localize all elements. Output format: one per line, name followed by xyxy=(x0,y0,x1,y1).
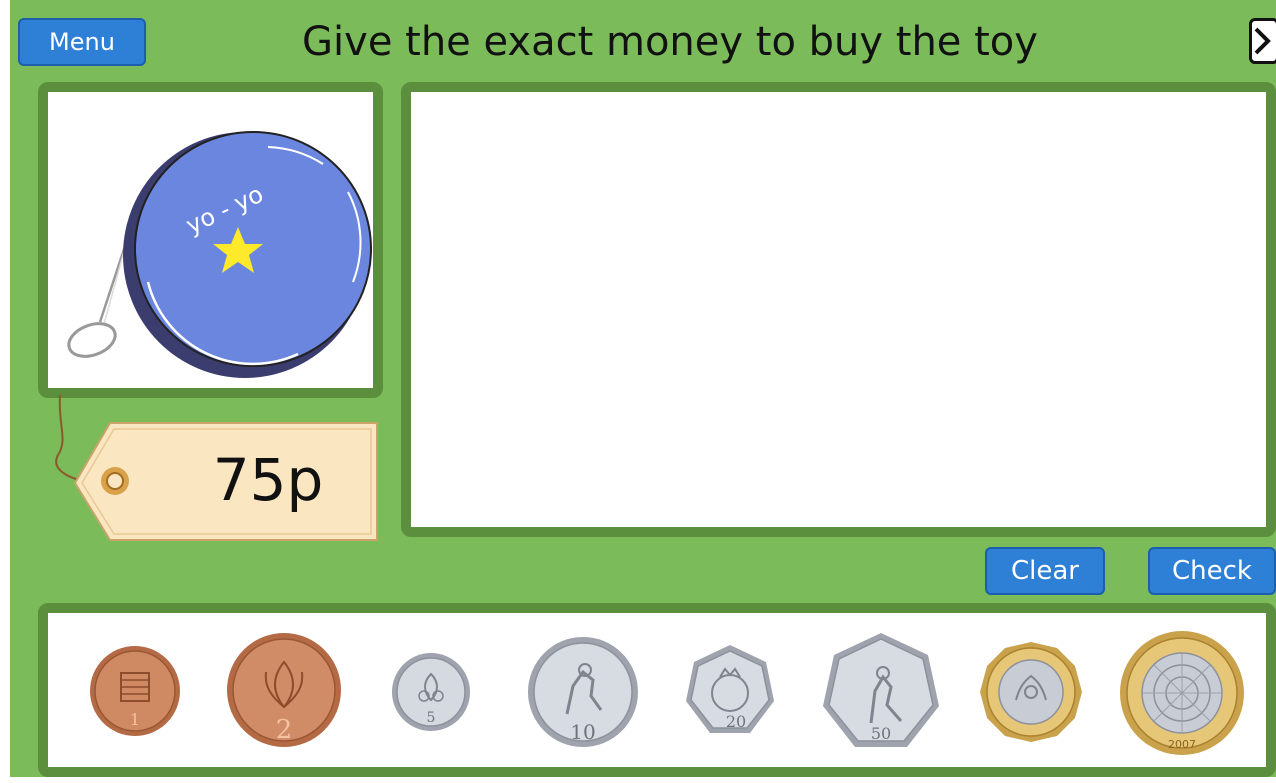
coin-50p[interactable]: 50 xyxy=(821,631,941,753)
coin-tray xyxy=(38,603,1276,777)
coin-1-pound[interactable] xyxy=(978,640,1084,744)
coin-numeral: 50 xyxy=(871,724,891,743)
yo-yo-image: yo - yo xyxy=(67,131,372,378)
page-edge xyxy=(0,777,1276,783)
coin-10p[interactable]: 10 xyxy=(527,636,639,748)
coin-numeral: 2 xyxy=(276,715,293,745)
page-title: Give the exact money to buy the toy xyxy=(302,19,1038,65)
payment-drop-area[interactable] xyxy=(401,82,1276,537)
page-edge xyxy=(0,0,10,783)
coin-20p[interactable]: 20 xyxy=(684,643,776,739)
coin-numeral: 10 xyxy=(570,720,595,744)
fullscreen-icon xyxy=(1254,27,1271,55)
coin-2p[interactable]: 2 xyxy=(226,632,342,748)
menu-button[interactable]: Menu xyxy=(18,18,146,66)
fullscreen-button[interactable] xyxy=(1249,18,1276,64)
coin-2-pounds[interactable]: 2007 xyxy=(1118,630,1246,756)
clear-button[interactable]: Clear xyxy=(985,547,1105,595)
coin-numeral: 1 xyxy=(130,710,140,729)
price-label: 75p xyxy=(212,446,324,514)
check-button[interactable]: Check xyxy=(1148,547,1276,595)
coin-5p[interactable]: 5 xyxy=(391,652,471,732)
toy-panel: yo - yo xyxy=(38,82,383,398)
coin-numeral: 5 xyxy=(427,710,436,726)
coin-numeral: 20 xyxy=(726,712,746,731)
coin-numeral: 2007 xyxy=(1168,738,1196,751)
coin-1p[interactable]: 1 xyxy=(89,645,181,737)
